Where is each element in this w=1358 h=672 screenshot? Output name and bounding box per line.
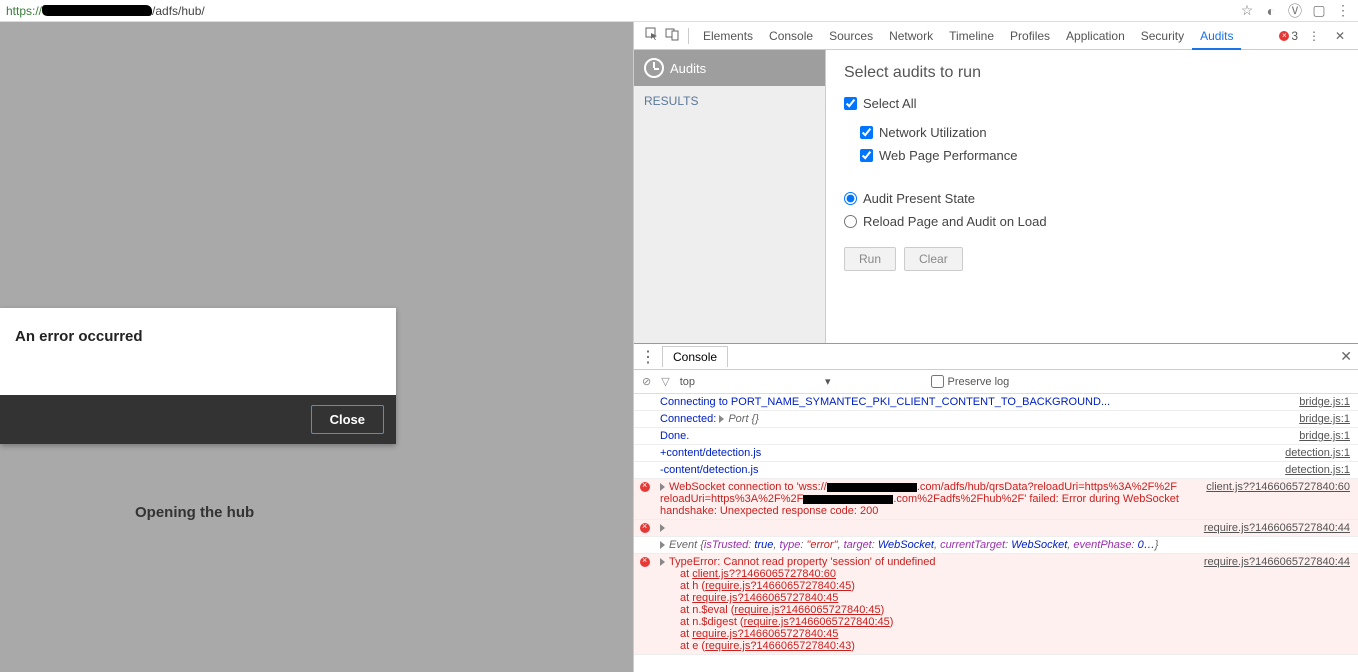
log-entry: -content/detection.js detection.js:1	[634, 462, 1358, 479]
tab-audits[interactable]: Audits	[1192, 22, 1241, 50]
modal-title: An error occurred	[0, 308, 396, 395]
tab-profiles[interactable]: Profiles	[1002, 22, 1058, 50]
tab-security[interactable]: Security	[1133, 22, 1192, 50]
expand-icon[interactable]	[660, 541, 665, 549]
page-status: Opening the hub	[135, 504, 254, 521]
url-redacted	[827, 483, 917, 492]
source-link[interactable]: client.js??1466065727840:60	[1196, 481, 1350, 493]
audits-panel: Audits RESULTS Select audits to run Sele…	[634, 50, 1358, 344]
drawer-menu-icon[interactable]: ⋮	[640, 347, 658, 367]
audit-present-radio[interactable]: Audit Present State	[844, 187, 1340, 210]
source-link[interactable]: require.js?1466065727840:45	[692, 628, 838, 640]
extension-icon-1[interactable]: ◐	[1262, 2, 1280, 20]
log-entry: +content/detection.js detection.js:1	[634, 445, 1358, 462]
devtools-close-icon[interactable]: ✕	[1330, 29, 1350, 43]
source-link[interactable]: detection.js:1	[1275, 447, 1350, 459]
expand-icon[interactable]	[660, 483, 665, 491]
audits-config: Select audits to run Select All Network …	[826, 50, 1358, 343]
reload-audit-radio[interactable]: Reload Page and Audit on Load	[844, 210, 1340, 233]
inspect-icon[interactable]	[642, 27, 662, 44]
console-drawer: ⋮ Console ✕ ⊘ ▽ top ▾ Preserve log Conne…	[634, 344, 1358, 672]
source-link[interactable]: require.js?1466065727840:44	[1194, 522, 1350, 534]
browser-menu-icon[interactable]: ⋮	[1334, 2, 1352, 20]
source-link[interactable]: bridge.js:1	[1289, 413, 1350, 425]
dropdown-icon[interactable]: ▾	[825, 375, 831, 388]
source-link[interactable]: client.js??1466065727840:60	[692, 568, 836, 580]
log-entry: Event {isTrusted: true, type: "error", t…	[634, 537, 1358, 554]
url-redacted	[42, 5, 152, 16]
url-scheme: https://	[6, 4, 42, 18]
page-viewport: An error occurred Close Opening the hub	[0, 22, 633, 672]
url-path: /adfs/hub/	[152, 4, 205, 18]
log-entry: Connecting to PORT_NAME_SYMANTEC_PKI_CLI…	[634, 394, 1358, 411]
log-entry-error: require.js?1466065727840:44	[634, 520, 1358, 537]
error-modal: An error occurred Close	[0, 308, 396, 444]
source-link[interactable]: require.js?1466065727840:45	[744, 616, 890, 628]
expand-icon[interactable]	[660, 524, 665, 532]
devtools-menu-icon[interactable]: ⋮	[1304, 29, 1324, 43]
source-link[interactable]: require.js?1466065727840:44	[1194, 556, 1350, 568]
device-icon[interactable]	[662, 27, 682, 44]
run-button[interactable]: Run	[844, 247, 896, 271]
tab-sources[interactable]: Sources	[821, 22, 881, 50]
audits-results-heading: RESULTS	[634, 86, 825, 116]
devtools-panel: Elements Console Sources Network Timelin…	[633, 22, 1358, 672]
tab-timeline[interactable]: Timeline	[941, 22, 1002, 50]
expand-icon[interactable]	[719, 415, 724, 423]
drawer-tab-console[interactable]: Console	[662, 346, 728, 367]
filter-icon[interactable]: ▽	[661, 375, 669, 388]
log-entry-error: TypeError: Cannot read property 'session…	[634, 554, 1358, 655]
url-redacted	[803, 495, 893, 504]
clear-console-icon[interactable]: ⊘	[642, 375, 651, 388]
source-link[interactable]: detection.js:1	[1275, 464, 1350, 476]
console-filter-bar: ⊘ ▽ top ▾ Preserve log	[634, 370, 1358, 394]
drawer-close-icon[interactable]: ✕	[1340, 348, 1352, 365]
audits-title: Select audits to run	[844, 64, 1340, 82]
log-entry: Connected: Port {} bridge.js:1	[634, 411, 1358, 428]
source-link[interactable]: bridge.js:1	[1289, 430, 1350, 442]
drawer-tabs: ⋮ Console ✕	[634, 344, 1358, 370]
context-selector[interactable]: top	[680, 376, 695, 388]
network-util-checkbox[interactable]: Network Utilization	[860, 121, 1340, 144]
url-bar[interactable]: https:// /adfs/hub/ ☆ ◐ Ⓥ ▢ ⋮	[0, 0, 1358, 22]
extension-icon-2[interactable]: Ⓥ	[1286, 2, 1304, 20]
console-log-area[interactable]: Connecting to PORT_NAME_SYMANTEC_PKI_CLI…	[634, 394, 1358, 672]
tab-network[interactable]: Network	[881, 22, 941, 50]
preserve-log-checkbox[interactable]: Preserve log	[931, 375, 1010, 388]
star-icon[interactable]: ☆	[1238, 2, 1256, 20]
tab-elements[interactable]: Elements	[695, 22, 761, 50]
expand-icon[interactable]	[660, 558, 665, 566]
source-link[interactable]: bridge.js:1	[1289, 396, 1350, 408]
log-entry: Done. bridge.js:1	[634, 428, 1358, 445]
tab-application[interactable]: Application	[1058, 22, 1133, 50]
source-link[interactable]: require.js?1466065727840:45	[734, 604, 880, 616]
error-badge[interactable]: ×3	[1279, 29, 1298, 43]
source-link[interactable]: require.js?1466065727840:43	[705, 640, 851, 652]
extension-icon-3[interactable]: ▢	[1310, 2, 1328, 20]
audits-header: Audits	[634, 50, 825, 86]
source-link[interactable]: require.js?1466065727840:45	[692, 592, 838, 604]
tab-console[interactable]: Console	[761, 22, 821, 50]
audits-sidebar: Audits RESULTS	[634, 50, 826, 343]
devtools-toolbar: Elements Console Sources Network Timelin…	[634, 22, 1358, 50]
page-perf-checkbox[interactable]: Web Page Performance	[860, 144, 1340, 167]
clear-button[interactable]: Clear	[904, 247, 963, 271]
log-entry-error: WebSocket connection to 'wss://.com/adfs…	[634, 479, 1358, 520]
close-button[interactable]: Close	[311, 405, 384, 434]
select-all-checkbox[interactable]: Select All	[844, 92, 1340, 115]
source-link[interactable]: require.js?1466065727840:45	[705, 580, 851, 592]
clock-icon	[644, 58, 664, 78]
